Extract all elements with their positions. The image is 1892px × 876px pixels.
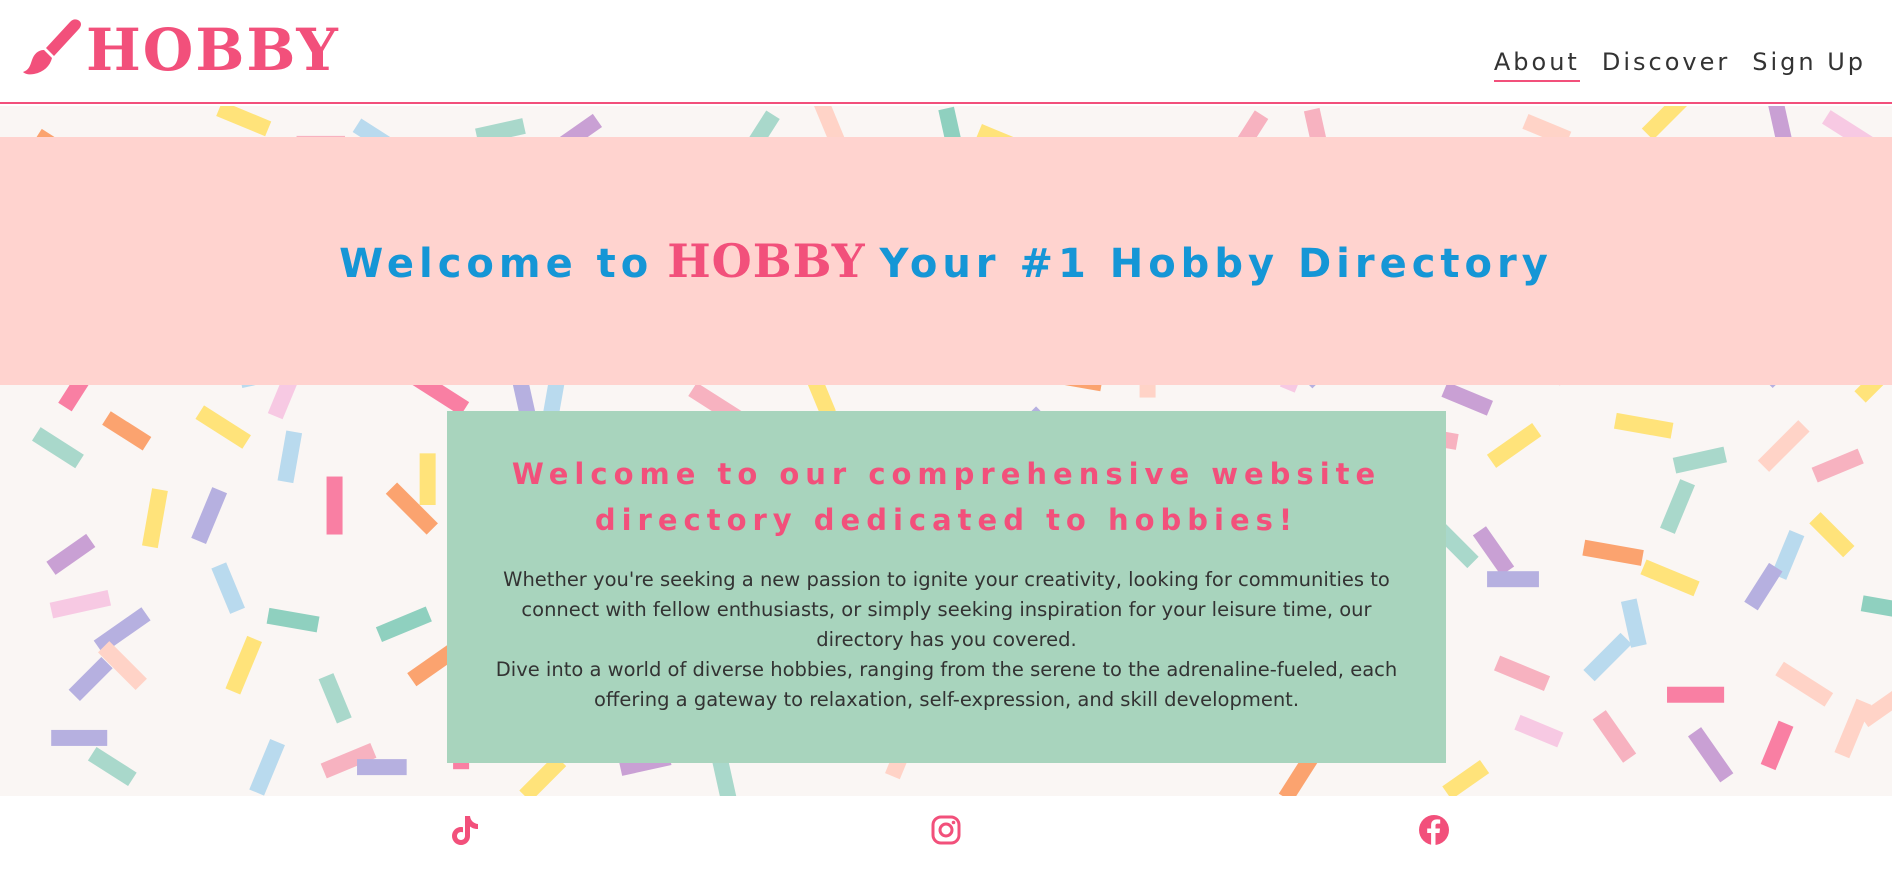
hero-banner: Welcome to HOBBY Your #1 Hobby Directory [0,137,1892,385]
sprinkle [1514,714,1564,748]
sprinkle [211,562,245,614]
hero-title: Welcome to HOBBY Your #1 Hobby Directory [339,234,1553,288]
site-footer [0,796,1892,876]
sprinkle [1809,512,1855,558]
sprinkle [1641,106,1691,140]
sprinkle [51,729,108,746]
hero-title-brand: HOBBY [667,234,866,288]
sprinkle [249,738,285,796]
nav-discover[interactable]: Discover [1602,48,1730,82]
sprinkle [142,488,168,549]
sprinkle [102,411,152,451]
sprinkle [195,405,251,449]
nav-sign-up[interactable]: Sign Up [1752,48,1866,82]
sprinkle [277,430,303,484]
sprinkle [1613,412,1674,439]
paintbrush-icon [20,16,84,84]
sprinkle [1757,420,1810,472]
sprinkle [375,606,432,643]
sprinkle [1811,448,1864,483]
sprinkle [68,656,113,702]
sprinkle [87,746,137,787]
site-header: HOBBY About Discover Sign Up [0,0,1892,104]
sprinkle [191,487,228,545]
nav-about[interactable]: About [1493,48,1580,82]
instagram-icon[interactable] [928,812,964,848]
hero-title-suffix: Your #1 Hobby Directory [879,241,1553,287]
sprinkle [1672,446,1727,474]
sprinkle [93,607,151,654]
sprinkle [1472,526,1515,576]
sprinkle [1487,571,1539,588]
intro-paragraph-1: Whether you're seeking a new passion to … [503,568,1390,651]
sprinkle [1834,698,1872,759]
sprinkle [1860,595,1892,622]
sprinkle [266,607,320,633]
sprinkle [419,453,436,505]
intro-heading: Welcome to our comprehensive website dir… [511,457,1382,537]
sprinkle [1493,655,1551,692]
sprinkle [1660,479,1695,534]
logo-text: HOBBY [86,16,340,84]
sprinkle [216,106,272,137]
sprinkle [1667,686,1725,703]
facebook-icon[interactable] [1416,812,1452,848]
sprinkle [225,635,262,695]
sprinkle [1760,720,1794,771]
sprinkle [1442,759,1490,796]
sprinkle [1583,632,1632,682]
sprinkle [1640,559,1700,597]
sprinkle [49,589,112,619]
sprinkle [1486,423,1542,468]
sprinkle [1775,661,1834,707]
intro-card: Welcome to our comprehensive website dir… [447,411,1446,763]
sprinkle [46,533,96,575]
sprinkle [318,673,352,724]
site-logo[interactable]: HOBBY [20,18,340,82]
intro-paragraph-2: Dive into a world of diverse hobbies, ra… [495,658,1398,711]
sprinkle [326,476,343,535]
sprinkle [1582,539,1644,566]
sprinkle [1441,381,1494,416]
sprinkle [357,759,407,776]
sprinkle [1592,710,1637,763]
tiktok-icon[interactable] [446,812,482,848]
sprinkle [32,427,84,469]
hero-title-prefix: Welcome to [339,241,654,287]
sprinkle [1688,727,1734,783]
main-nav: About Discover Sign Up [1493,48,1866,82]
sprinkle [1744,562,1783,611]
